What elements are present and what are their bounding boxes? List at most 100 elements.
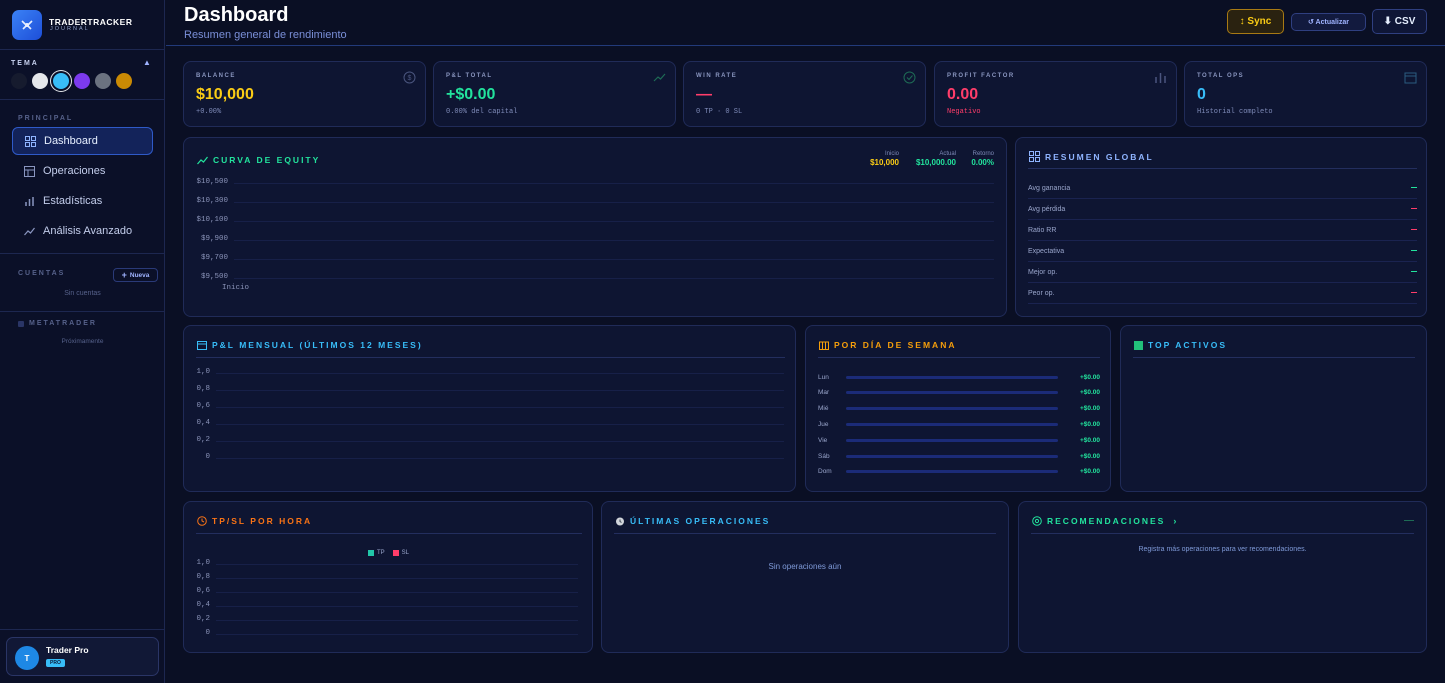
gridline: [216, 578, 578, 579]
x-tick-label: Inicio: [222, 284, 250, 292]
top-assets-panel: TOP ACTIVOS: [1120, 325, 1427, 492]
summary-row: Ratio RR: [1028, 220, 1417, 241]
monthly-title: P&L MENSUAL (ÚLTIMOS 12 MESES): [197, 340, 423, 350]
recommendations-title: RECOMENDACIONES ›: [1032, 516, 1178, 526]
divider: [0, 99, 165, 100]
stat-label: PROFIT FACTOR: [947, 73, 1015, 79]
summary-panel: RESUMEN GLOBAL Avg ganancia Avg pérdida Ra…: [1015, 137, 1427, 317]
gridline: [234, 259, 994, 260]
nav-operaciones[interactable]: Operaciones: [12, 157, 153, 185]
nav-label: Estadísticas: [43, 195, 103, 207]
divider: [818, 357, 1100, 358]
nav-analisis[interactable]: Análisis Avanzado: [12, 217, 153, 245]
weekday-title-text: POR DÍA DE SEMANA: [834, 340, 957, 350]
weekday-value: +$0.00: [1079, 405, 1100, 413]
recent-ops-title-text: ÚLTIMAS OPERACIONES: [630, 516, 771, 526]
monthly-title-text: P&L MENSUAL (ÚLTIMOS 12 MESES): [212, 340, 423, 350]
y-tick-label: 0,2: [196, 436, 210, 444]
equity-panel: CURVA DE EQUITY Inicio $10,000 Actual $1…: [183, 137, 1007, 317]
gridline: [216, 458, 784, 459]
stopwatch-icon: [616, 517, 624, 526]
inicio-label: Inicio: [884, 151, 899, 157]
refresh-button[interactable]: ↺ Actualizar: [1291, 13, 1366, 31]
theme-swatch[interactable]: [74, 73, 90, 89]
y-tick-label: 0,4: [196, 419, 210, 427]
chart-icon: [819, 341, 829, 350]
nav-estadisticas[interactable]: Estadísticas: [12, 187, 153, 215]
stat-label: BALANCE: [196, 73, 236, 79]
divider: [196, 533, 582, 534]
divider: [0, 629, 165, 630]
user-card[interactable]: T Trader Pro PRO: [6, 637, 159, 676]
stat-card-total-ops: TOTAL OPS 0 Historial completo: [1184, 61, 1427, 127]
collapse-icon[interactable]: ▲: [143, 58, 151, 67]
weekday-bar: [846, 438, 1058, 442]
recommendations-panel: RECOMENDACIONES › Registra más operacion…: [1018, 501, 1427, 653]
weekday-bar: [846, 454, 1058, 458]
stat-sub: Negativo: [947, 108, 981, 116]
weekday-value: +$0.00: [1079, 420, 1100, 428]
grid-icon: [1029, 151, 1040, 162]
grid-icon: [25, 135, 36, 147]
summary-row-label: Avg pérdida: [1028, 205, 1066, 213]
summary-row: Avg pérdida: [1028, 199, 1417, 220]
trend-icon: [197, 156, 208, 164]
trend-up-icon: [653, 73, 666, 82]
page-title: Dashboard: [184, 4, 289, 26]
new-account-button[interactable]: + Nueva: [113, 268, 158, 282]
page-subtitle: Resumen general de rendimiento: [184, 29, 347, 41]
legend-swatch-sl: [392, 550, 399, 556]
logo-icon[interactable]: [12, 10, 42, 40]
legend-sl: SL: [401, 550, 410, 556]
weekday-bar: [846, 391, 1058, 395]
recent-ops-panel: ÚLTIMAS OPERACIONES Sin operaciones aún: [601, 501, 1009, 653]
stat-value: 0.00: [947, 86, 979, 103]
gridline: [234, 183, 994, 184]
gridline: [216, 592, 578, 593]
weekday-row: Lun +$0.00: [818, 371, 1100, 383]
stat-sub: 0.00% del capital: [446, 108, 518, 116]
plan-badge: PRO: [46, 659, 65, 667]
user-name: Trader Pro: [46, 645, 89, 655]
sync-button[interactable]: ↕ Sync: [1227, 9, 1284, 34]
weekday-label: Sáb: [818, 452, 830, 460]
stat-label: WIN RATE: [696, 73, 738, 79]
gridline: [216, 407, 784, 408]
theme-swatch[interactable]: [32, 73, 48, 89]
target-icon: [1032, 516, 1042, 526]
stat-value: $10,000: [196, 86, 254, 103]
empty-recs-text: Registra más operaciones para ver recome…: [1138, 546, 1307, 553]
weekday-bar: [846, 422, 1058, 426]
y-tick-label: 0,6: [196, 402, 210, 410]
y-tick-label: $10,500: [196, 178, 228, 186]
brand-subtitle: JOURNAL: [50, 26, 90, 32]
gridline: [234, 221, 994, 222]
calendar-icon: [1404, 72, 1417, 84]
csv-button[interactable]: ⬇ CSV: [1372, 9, 1427, 34]
stat-card-pnl: P&L TOTAL +$0.00 0.00% del capital: [433, 61, 676, 127]
weekday-value: +$0.00: [1079, 373, 1100, 381]
theme-swatch[interactable]: [116, 73, 132, 89]
summary-row: Expectativa: [1028, 241, 1417, 262]
equity-title: CURVA DE EQUITY: [197, 155, 320, 165]
hourly-title: TP/SL POR HORA: [197, 516, 312, 526]
summary-row-label: Avg ganancia: [1028, 184, 1071, 192]
theme-swatch[interactable]: [11, 73, 27, 89]
theme-swatch[interactable]: [53, 73, 69, 89]
stat-label: TOTAL OPS: [1197, 73, 1245, 79]
coming-soon-text: Próximamente: [61, 338, 104, 345]
summary-row: Peor op.: [1028, 283, 1417, 304]
stat-sub: 0 TP · 0 SL: [696, 108, 743, 116]
collapse-icon[interactable]: [1404, 520, 1414, 521]
actual-label: Actual: [939, 151, 956, 157]
y-tick-label: 0,6: [196, 587, 210, 595]
nav-dashboard[interactable]: Dashboard: [12, 127, 153, 155]
summary-row: Avg ganancia: [1028, 178, 1417, 199]
recent-ops-title: ÚLTIMAS OPERACIONES: [615, 516, 770, 526]
summary-row-value: [1411, 187, 1417, 188]
weekday-bar: [846, 407, 1058, 411]
stat-card-winrate: WIN RATE — 0 TP · 0 SL: [683, 61, 926, 127]
stat-card-balance: BALANCE $10,000 +0.00% $: [183, 61, 426, 127]
chevron-right-icon[interactable]: ›: [1173, 516, 1178, 526]
theme-swatch[interactable]: [95, 73, 111, 89]
